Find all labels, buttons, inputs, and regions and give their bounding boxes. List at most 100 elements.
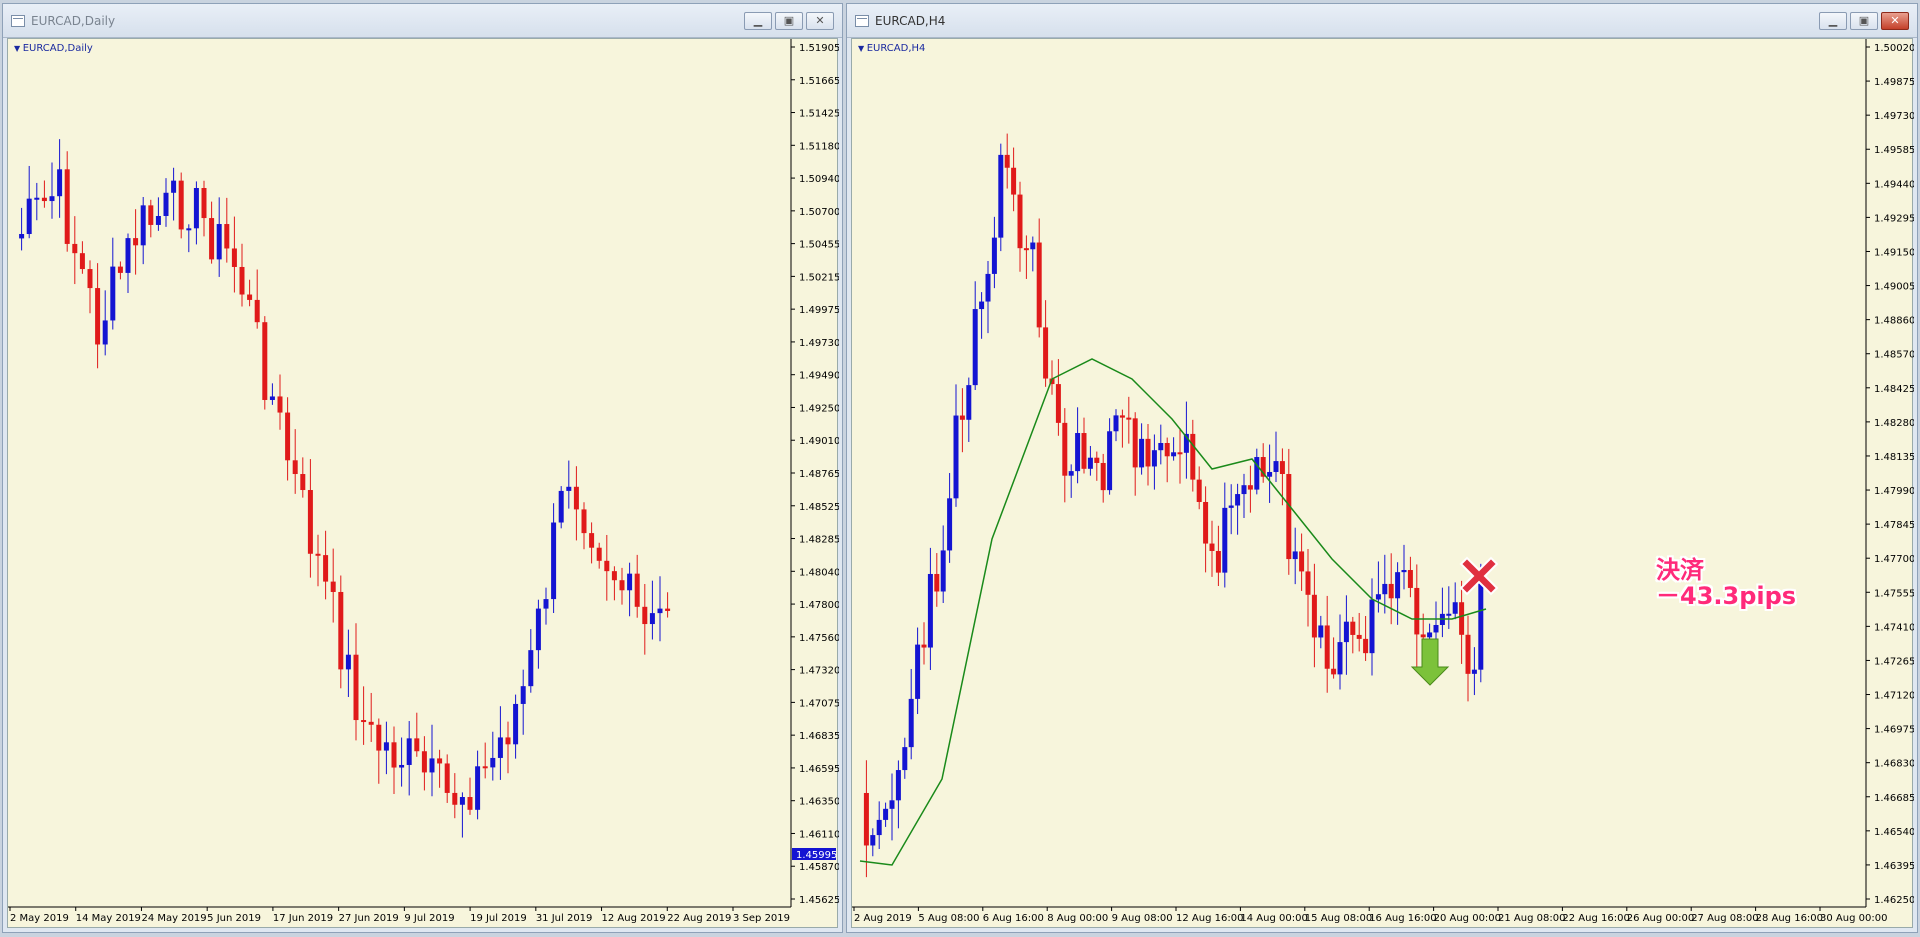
candle-body — [1228, 505, 1234, 508]
candle-body — [634, 573, 640, 607]
price-tick-label: 1.50940 — [799, 174, 839, 185]
candle-body — [543, 599, 549, 609]
candle-body — [1139, 438, 1145, 468]
date-tick-label: 31 Jul 2019 — [536, 913, 593, 924]
candle-body — [921, 644, 927, 648]
candle-body — [1023, 248, 1029, 251]
candle-body — [95, 288, 101, 345]
h4-candlestick-chart[interactable]: 1.50020 1.49875 1.49730 1.49585 1.49440 1.492… — [852, 39, 1914, 929]
daily-symbol-label[interactable]: EURCAD,Daily — [14, 43, 93, 54]
h4-chart-area[interactable]: 1.50020 1.49875 1.49730 1.49585 1.49440 1.492… — [851, 38, 1914, 929]
candle-body — [1273, 461, 1279, 472]
price-tick-label: 1.47075 — [799, 698, 839, 709]
candle-body — [1235, 494, 1241, 506]
date-tick-label: 2 May 2019 — [10, 913, 69, 924]
price-tick-label: 1.46975 — [1874, 725, 1914, 736]
candle-body — [1331, 668, 1337, 675]
candle-body — [1081, 433, 1087, 469]
daily-candlestick-chart[interactable]: 1.51905 1.51665 1.51425 1.51180 1.50940 1.507… — [8, 39, 839, 929]
candle-body — [1471, 669, 1477, 674]
candle-body — [475, 766, 481, 810]
daily-window-titlebar[interactable]: EURCAD,Daily ▁ ▣ ✕ — [3, 4, 842, 38]
candle-body — [966, 385, 972, 420]
candle-body — [254, 299, 260, 323]
candle-body — [979, 301, 985, 310]
candle-body — [883, 808, 889, 820]
daily-candles — [19, 139, 671, 838]
close-button[interactable]: ✕ — [806, 11, 834, 30]
candle-body — [1062, 422, 1068, 476]
candle-body — [528, 650, 534, 687]
green-down-arrow-icon — [1410, 638, 1450, 686]
maximize-button[interactable]: ▣ — [1850, 11, 1878, 30]
minimize-button[interactable]: ▁ — [1819, 11, 1847, 30]
candle-body — [292, 460, 298, 475]
candle-body — [133, 238, 139, 246]
candle-body — [1324, 625, 1330, 669]
h4-chart-window: EURCAD,H4 ▁ ▣ ✕ 1.50020 1.49875 1.49730 1.4… — [846, 3, 1918, 933]
candle-body — [649, 613, 655, 625]
close-button[interactable]: ✕ — [1881, 11, 1909, 30]
price-tick-label: 1.47700 — [1874, 554, 1914, 565]
price-tick-label: 1.47845 — [1874, 520, 1914, 531]
price-tick-label: 1.46540 — [1874, 827, 1914, 838]
candle-body — [224, 224, 230, 249]
chart-window-icon — [11, 14, 25, 27]
price-tick-label: 1.47990 — [1874, 486, 1914, 497]
price-tick-label: 1.50700 — [799, 207, 839, 218]
candle-body — [459, 797, 465, 805]
candle-body — [1222, 507, 1228, 573]
candle-body — [558, 490, 564, 523]
h4-window-titlebar[interactable]: EURCAD,H4 ▁ ▣ ✕ — [847, 4, 1917, 38]
price-tick-label: 1.48765 — [799, 469, 839, 480]
price-tick-label: 1.48570 — [1874, 350, 1914, 361]
candle-body — [1420, 634, 1426, 638]
candle-body — [1107, 431, 1113, 491]
date-tick-label: 15 Aug 08:00 — [1305, 913, 1372, 924]
price-tick-label: 1.47800 — [799, 600, 839, 611]
candle-body — [1145, 438, 1151, 467]
candle-body — [178, 180, 184, 230]
candle-body — [1446, 613, 1452, 616]
settlement-pips: －43.3pips — [1656, 582, 1797, 610]
price-tick-label: 1.51905 — [799, 43, 839, 54]
price-tick-label: 1.46595 — [799, 764, 839, 775]
daily-chart-area[interactable]: 1.51905 1.51665 1.51425 1.51180 1.50940 1.507… — [7, 38, 839, 929]
candle-body — [1478, 580, 1484, 670]
price-tick-label: 1.49005 — [1874, 282, 1914, 293]
candle-body — [421, 751, 427, 773]
price-tick-label: 1.46350 — [799, 797, 839, 808]
chart-window-icon — [855, 14, 869, 27]
minimize-button[interactable]: ▁ — [744, 11, 772, 30]
candle-body — [991, 237, 997, 274]
candle-body — [49, 196, 55, 202]
price-tick-label: 1.45870 — [799, 862, 839, 873]
candle-body — [201, 188, 207, 219]
date-tick-label: 28 Aug 16:00 — [1756, 913, 1823, 924]
candle-body — [307, 490, 313, 554]
maximize-button[interactable]: ▣ — [775, 11, 803, 30]
candle-body — [1068, 471, 1074, 476]
price-tick-label: 1.47410 — [1874, 622, 1914, 633]
date-tick-label: 30 Aug 00:00 — [1820, 913, 1887, 924]
date-tick-label: 22 Aug 2019 — [667, 913, 731, 924]
candle-body — [573, 486, 579, 510]
candle-body — [1151, 450, 1157, 467]
candle-body — [657, 608, 663, 614]
price-tick-label: 1.47560 — [799, 633, 839, 644]
candle-body — [1113, 415, 1119, 432]
candle-body — [1164, 442, 1170, 457]
candle-body — [940, 550, 946, 592]
candle-body — [535, 608, 541, 651]
price-tick-label: 1.47555 — [1874, 588, 1914, 599]
candle-body — [376, 724, 382, 751]
price-tick-label: 1.48525 — [799, 502, 839, 513]
candle-body — [437, 758, 443, 764]
candle-body — [902, 747, 908, 771]
price-tick-label: 1.47320 — [799, 666, 839, 677]
candle-body — [1215, 550, 1221, 573]
candle-body — [1177, 452, 1183, 455]
price-tick-label: 1.46835 — [799, 731, 839, 742]
h4-symbol-label[interactable]: EURCAD,H4 — [858, 43, 926, 54]
date-tick-label: 24 May 2019 — [141, 913, 206, 924]
